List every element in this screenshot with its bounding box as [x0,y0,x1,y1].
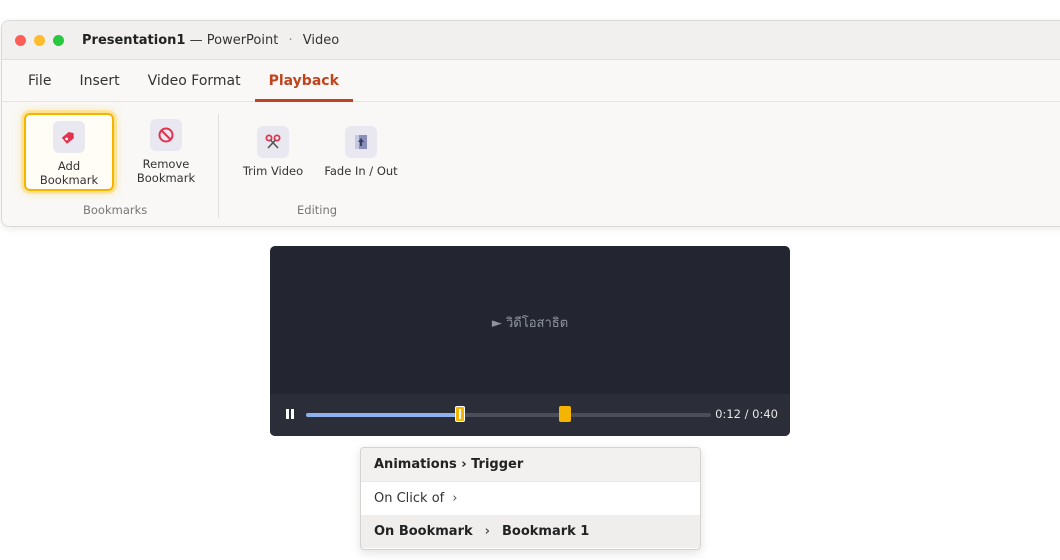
remove-bookmark-label: Remove Bookmark [136,157,196,185]
fade-button[interactable]: Fade In / Out [320,126,402,178]
app-window: Presentation1 — PowerPoint · Video File … [1,20,1060,227]
pause-icon-bar-right [291,409,294,419]
window-controls [15,34,64,46]
video-player[interactable]: ► วิดีโอสาธิต 0:12 / 0:40 [270,246,790,436]
trigger-menu: Animations › Trigger On Click of › On Bo… [360,447,701,550]
context-label: Video [302,32,340,48]
fade-icon [345,126,377,158]
tab-file[interactable]: File [14,60,65,101]
document-title: Presentation1 [82,32,186,48]
ribbon: Add Bookmark Remove Bookmark Bookmarks T… [2,102,1060,226]
video-controls: 0:12 / 0:40 [270,394,790,436]
scissors-icon [257,126,289,158]
add-bookmark-button[interactable]: Add Bookmark [24,113,114,191]
trim-video-button[interactable]: Trim Video [238,126,308,178]
window-title: Presentation1 — PowerPoint · Video [82,33,339,48]
zoom-window-button[interactable] [53,34,64,46]
remove-bookmark-button[interactable]: Remove Bookmark [130,119,202,185]
ribbon-tabs: File Insert Video Format Playback [2,60,1060,102]
app-name: — PowerPoint [189,32,279,48]
title-separator: · [288,32,293,48]
editing-group-label: Editing [297,203,338,217]
minimize-window-button[interactable] [34,34,45,46]
video-placeholder-label: ► วิดีโอสาธิต [491,316,569,331]
tab-insert[interactable]: Insert [65,60,133,101]
time-readout: 0:12 / 0:40 [715,407,778,421]
menu-item-on-bookmark[interactable]: On Bookmark › Bookmark 1 [361,515,700,548]
bookmark-add-icon [53,121,85,153]
bookmark-marker-1[interactable] [454,406,465,422]
progress-track[interactable] [306,406,711,422]
title-bar: Presentation1 — PowerPoint · Video [2,21,1060,60]
tab-playback[interactable]: Playback [254,60,354,102]
bookmarks-group-label: Bookmarks [83,203,148,217]
pause-icon-bar-left [286,409,289,419]
chevron-right-icon: › [484,524,490,539]
on-click-of-label: On Click of [374,491,445,506]
no-symbol-icon [150,119,182,151]
on-bookmark-label: On Bookmark [374,524,473,539]
ribbon-divider [218,114,219,218]
fade-label: Fade In / Out [324,164,398,178]
bookmark-marker-2[interactable] [559,406,572,422]
progress-fill [306,413,460,417]
bookmark-value[interactable]: Bookmark 1 [502,524,589,539]
tab-video-format[interactable]: Video Format [134,60,255,101]
trim-video-label: Trim Video [242,164,304,178]
add-bookmark-label: Add Bookmark [39,159,99,187]
chevron-right-icon: › [452,491,458,506]
menu-item-on-click-of[interactable]: On Click of › [361,482,700,515]
close-window-button[interactable] [15,34,26,46]
menu-header: Animations › Trigger [361,448,700,482]
pause-button[interactable] [285,409,295,421]
